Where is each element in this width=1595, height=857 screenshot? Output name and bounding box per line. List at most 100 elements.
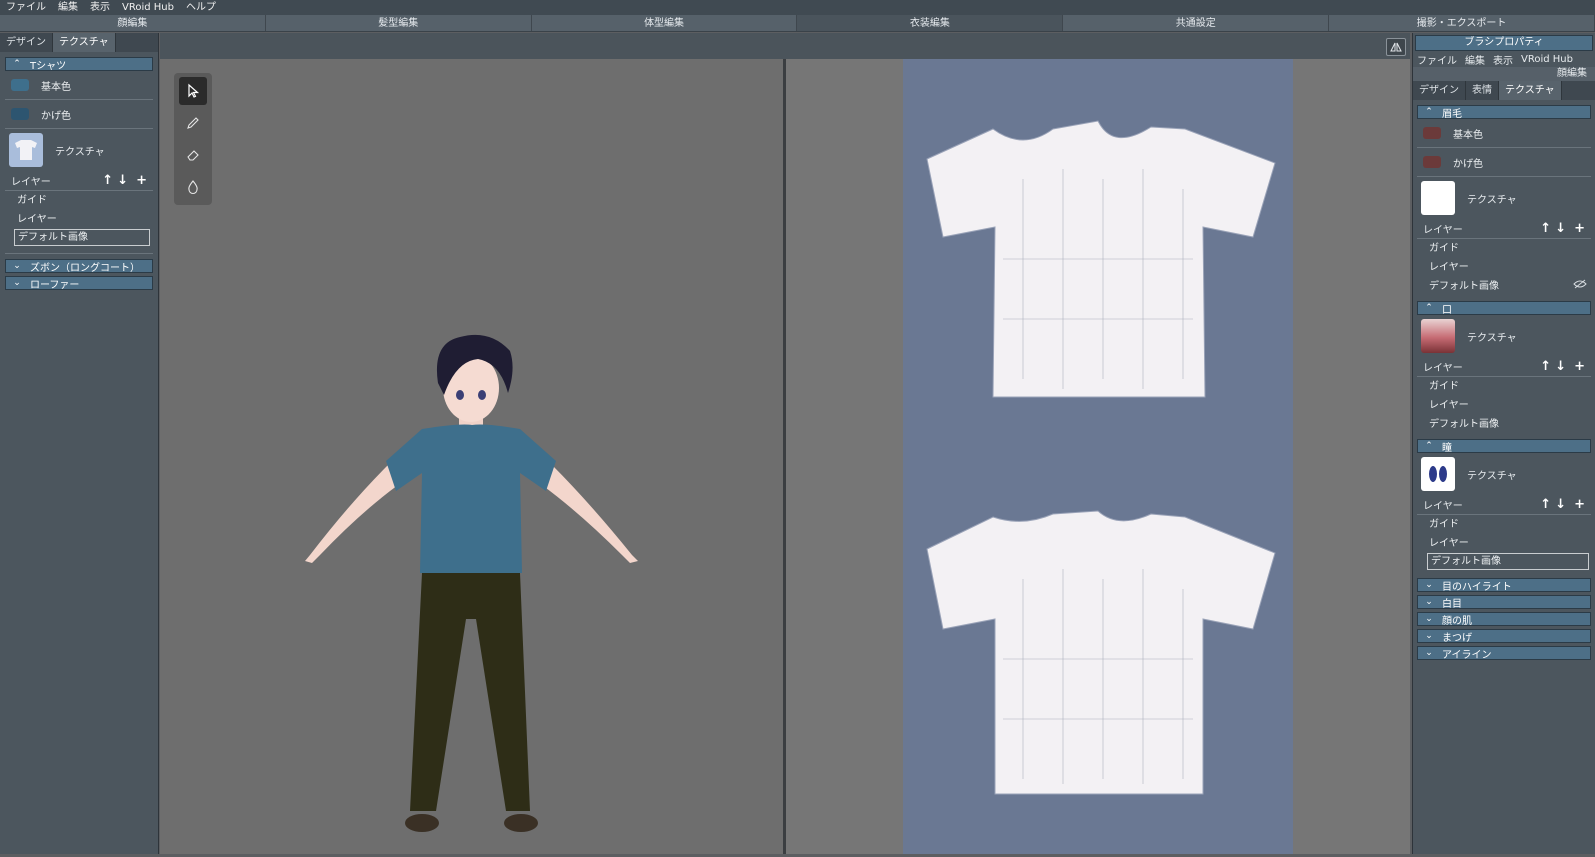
texture-row[interactable]: テクスチャ [1417,453,1591,495]
texture-thumbnail[interactable] [1421,319,1455,353]
chevron-down-icon: ⌄ [13,278,21,288]
layer-item-guide[interactable]: ガイド [5,191,153,210]
layer-item-default-image[interactable]: デフォルト画像 [1417,277,1591,296]
3d-viewport[interactable] [160,33,783,854]
section-eyeline-header[interactable]: ⌄ アイライン [1417,646,1591,661]
layer-item-layer[interactable]: レイヤー [1417,258,1591,277]
texture-thumbnail[interactable] [1421,457,1455,491]
section-face-skin-header[interactable]: ⌄ 顔の肌 [1417,612,1591,627]
add-layer-icon[interactable]: + [1572,497,1587,512]
eye-hidden-icon[interactable] [1573,277,1587,296]
section-eyelash-header[interactable]: ⌄ まつげ [1417,629,1591,644]
arrow-down-icon[interactable]: ↓ [1553,497,1568,512]
layer-label: レイヤー [1423,225,1463,236]
section-tshirt-header[interactable]: ⌃ Tシャツ [5,57,153,72]
character-model [305,334,638,832]
arrow-down-icon[interactable]: ↓ [1553,221,1568,236]
section-title: 顔の肌 [1442,615,1472,627]
layer-item-layer[interactable]: レイヤー [1417,534,1591,553]
arrow-up-icon[interactable]: ↑ [100,173,115,188]
brush-properties-title[interactable]: ブラシプロパティ [1415,35,1593,51]
tab-face-edit[interactable]: 顔編集 [0,15,266,31]
layer-label: レイヤー [1423,501,1463,512]
menu-vroid-hub[interactable]: VRoid Hub [116,0,180,15]
arrow-up-icon[interactable]: ↑ [1538,221,1553,236]
arrow-up-icon[interactable]: ↑ [1538,359,1553,374]
shade-color-swatch[interactable] [1423,156,1441,168]
tab-expression[interactable]: 表情 [1466,81,1499,100]
section-eye-highlight-header[interactable]: ⌄ 目のハイライト [1417,578,1591,593]
cursor-icon[interactable] [179,77,207,105]
eraser-icon[interactable] [179,141,207,169]
texture-label: テクスチャ [1467,332,1517,344]
layer-item-default-image[interactable]: デフォルト画像 [1427,553,1589,570]
right-mode-label[interactable]: 顔編集 [1413,67,1595,81]
base-color-row[interactable]: 基本色 [1417,119,1591,148]
menu-vroid-hub[interactable]: VRoid Hub [1517,54,1577,65]
tab-texture[interactable]: テクスチャ [1499,81,1562,100]
texture-label: テクスチャ [1467,470,1517,482]
pen-icon[interactable] [179,109,207,137]
add-layer-icon[interactable]: + [1572,359,1587,374]
texture-canvas[interactable] [903,59,1293,854]
texture-row[interactable]: テクスチャ [1417,177,1591,219]
shade-color-row[interactable]: かげ色 [5,100,153,129]
texture-row[interactable]: テクスチャ [1417,315,1591,357]
arrow-down-icon[interactable]: ↓ [1553,359,1568,374]
mirror-icon[interactable] [1386,38,1406,56]
base-color-swatch[interactable] [1423,127,1441,139]
section-eyebrow-header[interactable]: ⌃ 眉毛 [1417,105,1591,120]
menu-edit[interactable]: 編集 [1461,52,1489,67]
layer-item-guide[interactable]: ガイド [1417,377,1591,396]
menu-view[interactable]: 表示 [84,0,116,15]
menu-file[interactable]: ファイル [0,0,52,15]
right-subtabs: デザイン 表情 テクスチャ [1413,81,1595,100]
tab-outfit-edit[interactable]: 衣装編集 [797,15,1064,31]
layer-item-default-image[interactable]: デフォルト画像 [1417,415,1591,434]
layer-item-guide[interactable]: ガイド [1417,239,1591,258]
tab-hair-edit[interactable]: 髪型編集 [266,15,532,31]
tab-texture[interactable]: テクスチャ [53,33,116,52]
add-layer-icon[interactable]: + [1572,221,1587,236]
shade-color-row[interactable]: かげ色 [1417,148,1591,177]
tab-photo-export[interactable]: 撮影・エクスポート [1329,15,1595,31]
texture-row[interactable]: テクスチャ [5,129,153,171]
section-title: アイライン [1442,649,1492,661]
section-mouth-header[interactable]: ⌃ 口 [1417,301,1591,316]
tab-design[interactable]: デザイン [1413,81,1466,100]
add-layer-icon[interactable]: + [134,173,149,188]
base-color-swatch[interactable] [11,79,29,91]
shade-color-swatch[interactable] [11,108,29,120]
arrow-down-icon[interactable]: ↓ [115,173,130,188]
menu-edit[interactable]: 編集 [52,0,84,15]
layer-item-default-image[interactable]: デフォルト画像 [14,229,150,246]
layer-item-layer[interactable]: レイヤー [1417,396,1591,415]
dropper-icon[interactable] [179,173,207,201]
layer-label: レイヤー [1423,363,1463,374]
layer-item-guide[interactable]: ガイド [1417,515,1591,534]
section-title: まつげ [1442,632,1472,644]
section-title: 眉毛 [1442,108,1462,120]
section-title: 白目 [1442,598,1462,610]
texture-thumbnail[interactable] [9,133,43,167]
tab-common-settings[interactable]: 共通設定 [1063,15,1330,31]
layer-item-layer[interactable]: レイヤー [5,210,153,229]
menu-file[interactable]: ファイル [1413,52,1461,67]
base-color-row[interactable]: 基本色 [5,71,153,100]
texture-uv-view[interactable] [786,59,1410,854]
section-loafer-header[interactable]: ⌄ ローファー [5,276,153,291]
layer-label: デフォルト画像 [1429,281,1499,292]
arrow-up-icon[interactable]: ↑ [1538,497,1553,512]
menu-view[interactable]: 表示 [1489,52,1517,67]
chevron-up-icon: ⌃ [1425,303,1433,313]
menu-help[interactable]: ヘルプ [180,0,222,15]
section-pants-header[interactable]: ⌄ ズボン（ロングコート） [5,259,153,274]
tab-design[interactable]: デザイン [0,33,53,52]
texture-thumbnail[interactable] [1421,181,1455,215]
section-eye-header[interactable]: ⌃ 瞳 [1417,439,1591,454]
texture-label: テクスチャ [1467,194,1517,206]
tab-body-edit[interactable]: 体型編集 [532,15,798,31]
layer-header: レイヤー ↑ ↓ + [5,171,153,191]
layer-header: レイヤー ↑ ↓ + [1417,219,1591,239]
section-eye-white-header[interactable]: ⌄ 白目 [1417,595,1591,610]
